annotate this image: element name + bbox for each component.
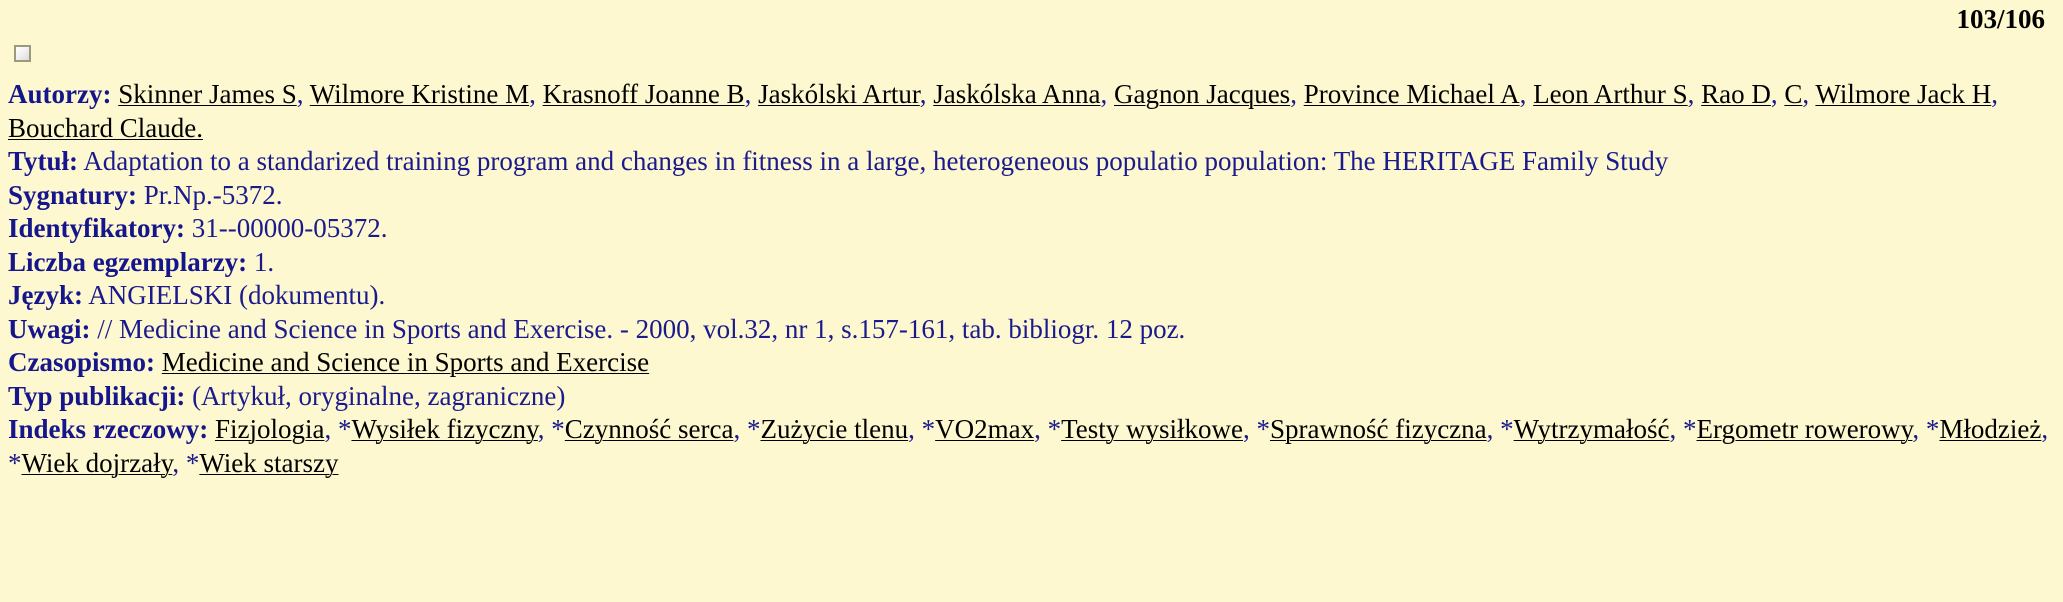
list-separator: , bbox=[1034, 414, 1048, 444]
list-separator: , bbox=[1669, 414, 1683, 444]
subject-term-link[interactable]: Młodzież bbox=[1939, 414, 2041, 444]
list-separator: , bbox=[172, 447, 186, 478]
list-separator: , bbox=[919, 79, 934, 109]
author-link[interactable]: C bbox=[1784, 79, 1802, 109]
author-link[interactable]: Gagnon Jacques bbox=[1114, 79, 1290, 109]
field-label-uwagi: Uwagi: bbox=[8, 313, 91, 344]
catalog-record: Autorzy: Skinner James S, Wilmore Kristi… bbox=[8, 78, 2055, 480]
list-separator: , bbox=[1486, 414, 1501, 444]
jezyk-value: ANGIELSKI (dokumentu). bbox=[88, 280, 386, 310]
field-indeks-rzeczowy: Indeks rzeczowy: Fizjologia, *Wysiłek fi… bbox=[8, 413, 2055, 480]
field-label-liczba-egzemplarzy: Liczba egzemplarzy: bbox=[8, 246, 248, 277]
list-separator: , bbox=[1991, 79, 1999, 109]
field-label-typ-publikacji: Typ publikacji: bbox=[8, 380, 186, 411]
subject-term-link[interactable]: Czynność serca bbox=[565, 414, 734, 444]
list-separator: , bbox=[1519, 79, 1534, 109]
czasopismo-link[interactable]: Medicine and Science in Sports and Exerc… bbox=[162, 347, 649, 377]
subject-term-link[interactable]: Fizjologia bbox=[215, 414, 325, 444]
field-label-tytul: Tytuł: bbox=[8, 146, 79, 176]
field-liczba-egzemplarzy: Liczba egzemplarzy: 1. bbox=[8, 246, 2055, 280]
list-separator: , bbox=[529, 79, 543, 109]
asterisk-marker: * bbox=[337, 414, 352, 444]
author-link[interactable]: Skinner James S bbox=[118, 79, 297, 109]
field-label-jezyk: Język: bbox=[8, 280, 83, 310]
field-autorzy: Autorzy: Skinner James S, Wilmore Kristi… bbox=[8, 78, 2055, 145]
typ-publikacji-value: (Artykuł, oryginalne, zagraniczne) bbox=[192, 380, 566, 411]
author-link[interactable]: Jaskólska Anna bbox=[933, 79, 1100, 109]
field-sygnatury: Sygnatury: Pr.Np.-5372. bbox=[8, 179, 2055, 213]
asterisk-marker: * bbox=[1925, 414, 1940, 444]
field-label-sygnatury: Sygnatury: bbox=[8, 179, 138, 210]
subject-term-link[interactable]: VO2max bbox=[935, 414, 1034, 444]
liczba-egzemplarzy-value: 1. bbox=[253, 246, 275, 277]
field-uwagi: Uwagi: // Medicine and Science in Sports… bbox=[8, 313, 2055, 347]
list-separator: , bbox=[1802, 79, 1816, 109]
author-link[interactable]: Leon Arthur S bbox=[1533, 79, 1688, 109]
list-separator: , bbox=[1770, 79, 1785, 109]
field-identyfikatory: Identyfikatory: 31--00000-05372. bbox=[8, 212, 2055, 246]
list-separator: , bbox=[1290, 79, 1304, 109]
author-link[interactable]: Jaskólski Artur bbox=[758, 79, 920, 109]
uwagi-value: // Medicine and Science in Sports and Ex… bbox=[97, 313, 1186, 344]
asterisk-marker: * bbox=[1682, 414, 1697, 444]
field-label-autorzy: Autorzy: bbox=[8, 79, 112, 109]
subject-term-link[interactable]: Zużycie tlenu bbox=[760, 414, 908, 444]
list-separator: , bbox=[537, 414, 552, 444]
author-link[interactable]: Wilmore Kristine M bbox=[310, 79, 529, 109]
field-label-indeks-rzeczowy: Indeks rzeczowy: bbox=[8, 414, 209, 444]
list-separator: , bbox=[296, 79, 310, 109]
asterisk-marker: * bbox=[8, 447, 22, 478]
field-tytul: Tytuł: Adaptation to a standarized train… bbox=[8, 145, 2055, 179]
author-link[interactable]: Rao D bbox=[1701, 79, 1771, 109]
author-link[interactable]: Wilmore Jack H bbox=[1815, 79, 1991, 109]
list-separator: , bbox=[744, 79, 759, 109]
asterisk-marker: * bbox=[921, 414, 936, 444]
asterisk-marker: * bbox=[1500, 414, 1514, 444]
asterisk-marker: * bbox=[1047, 414, 1062, 444]
asterisk-marker: * bbox=[746, 414, 761, 444]
select-record-checkbox[interactable] bbox=[14, 45, 31, 62]
asterisk-marker: * bbox=[1256, 414, 1270, 444]
list-separator: , bbox=[1242, 414, 1257, 444]
subject-term-link[interactable]: Wytrzymałość bbox=[1514, 414, 1670, 444]
field-jezyk: Język: ANGIELSKI (dokumentu). bbox=[8, 279, 2055, 313]
author-link[interactable]: Krasnoff Joanne B bbox=[543, 79, 745, 109]
subject-term-link[interactable]: Wysiłek fizyczny bbox=[351, 414, 537, 444]
authors-list: Skinner James S, Wilmore Kristine M, Kra… bbox=[8, 79, 1998, 143]
field-czasopismo: Czasopismo: Medicine and Science in Spor… bbox=[8, 346, 2055, 380]
subject-term-link[interactable]: Sprawność fizyczna bbox=[1270, 414, 1487, 444]
identyfikatory-value: 31--00000-05372. bbox=[191, 213, 388, 243]
asterisk-marker: * bbox=[551, 414, 565, 444]
subject-term-link[interactable]: Wiek dojrzały bbox=[22, 448, 173, 478]
field-label-identyfikatory: Identyfikatory: bbox=[8, 213, 185, 243]
list-separator: , bbox=[1100, 79, 1114, 109]
list-separator: , bbox=[1912, 414, 1926, 444]
asterisk-marker: * bbox=[185, 447, 200, 478]
subject-term-link[interactable]: Testy wysiłkowe bbox=[1061, 414, 1243, 444]
list-separator: , bbox=[1687, 79, 1702, 109]
subject-term-link[interactable]: Wiek starszy bbox=[199, 448, 338, 478]
field-typ-publikacji: Typ publikacji: (Artykuł, oryginalne, za… bbox=[8, 380, 2055, 414]
field-label-czasopismo: Czasopismo: bbox=[8, 347, 155, 377]
list-separator: , bbox=[733, 414, 747, 444]
author-link[interactable]: Province Michael A bbox=[1304, 79, 1520, 109]
list-separator: , bbox=[324, 414, 338, 444]
page-counter: 103/106 bbox=[1956, 4, 2045, 34]
subject-term-link[interactable]: Ergometr rowerowy bbox=[1696, 414, 1912, 444]
author-link[interactable]: Bouchard Claude. bbox=[8, 113, 203, 143]
indeks-rzeczowy-list: Fizjologia, *Wysiłek fizyczny, *Czynność… bbox=[8, 414, 2048, 478]
list-separator: , bbox=[2041, 414, 2049, 444]
list-separator: , bbox=[908, 414, 922, 444]
sygnatury-value: Pr.Np.-5372. bbox=[143, 179, 283, 210]
title-value: Adaptation to a standarized training pro… bbox=[83, 146, 1669, 176]
